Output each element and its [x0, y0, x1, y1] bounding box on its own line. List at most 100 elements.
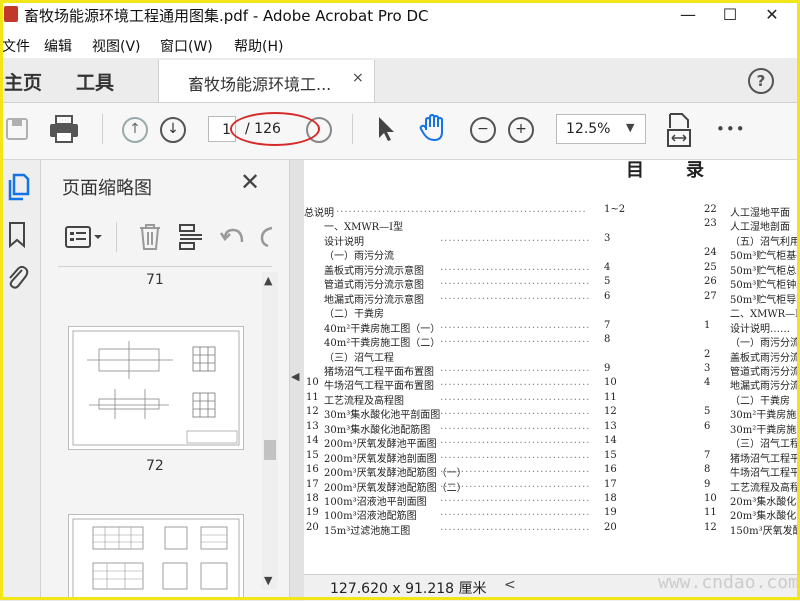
- print-icon[interactable]: [48, 114, 80, 144]
- menu-help[interactable]: 帮助(H): [234, 36, 283, 56]
- toc-entry-title[interactable]: （二）干粪房: [730, 392, 790, 407]
- scroll-left-icon[interactable]: <: [504, 577, 516, 593]
- toc-entry-title[interactable]: 150m³厌氧发酵: [730, 522, 798, 537]
- help-icon[interactable]: ?: [748, 68, 774, 94]
- toc-entry-title[interactable]: 地漏式雨污分流示意图: [324, 291, 424, 306]
- toc-entry-title[interactable]: 猪场沼气工程平面布置图: [324, 363, 434, 378]
- toc-page-number: 18: [604, 493, 617, 504]
- toc-entry-title[interactable]: （五）沼气利用: [730, 233, 798, 248]
- toc-entry-title[interactable]: 50m³贮气柜钟罩: [730, 276, 798, 291]
- close-window-button[interactable]: ✕: [752, 2, 792, 28]
- menu-view[interactable]: 视图(V): [92, 36, 141, 56]
- toc-entry-title[interactable]: 200m³厌氧发酵池剖面图: [324, 450, 437, 465]
- toc-entry-title[interactable]: （三）沼气工程: [730, 435, 798, 450]
- hand-tool-icon[interactable]: [418, 112, 450, 144]
- toc-entry-title[interactable]: 牛场沼气工程平面布置图: [324, 377, 434, 392]
- toc-page-number: 9: [604, 362, 611, 374]
- insert-page-icon[interactable]: [176, 222, 206, 252]
- chevron-down-icon: ▼: [626, 121, 635, 134]
- toc-entry-title[interactable]: 40m²干粪房施工图（一）: [324, 320, 440, 335]
- toc-entry-title[interactable]: 100m³沼液池配筋图: [324, 507, 417, 522]
- maximize-button[interactable]: ☐: [710, 2, 750, 28]
- page-thumbnails-icon[interactable]: [6, 172, 32, 202]
- toc-entry-title[interactable]: 30m²干粪房施工: [730, 421, 798, 436]
- minimize-button[interactable]: —: [668, 2, 708, 28]
- toc-entry-title[interactable]: （二）干粪房: [324, 305, 384, 320]
- toc-entry-title[interactable]: 50m³贮气柜导轨: [730, 291, 798, 306]
- toc-entry-title[interactable]: 设计说明……: [730, 320, 790, 335]
- attachment-icon[interactable]: [4, 262, 30, 292]
- toc-entry-title[interactable]: 50m³贮气柜基础: [730, 247, 798, 262]
- toc-leader-dots: ....................................: [440, 334, 591, 346]
- toc-entry-title[interactable]: 人工湿地剖面: [730, 218, 790, 233]
- toc-entry-title[interactable]: 30m²干粪房施工: [730, 406, 798, 421]
- toc-entry-title[interactable]: 20m³集水酸化池: [730, 493, 798, 508]
- watermark: www.cndao.com: [658, 572, 799, 593]
- toc-entry-title[interactable]: 总说明: [304, 204, 334, 219]
- toc-entry-title[interactable]: （一）雨污分流: [324, 247, 394, 262]
- toc-entry-title[interactable]: 管道式雨污分流示意图: [324, 276, 424, 291]
- toc-item-number: 27: [704, 290, 717, 302]
- bookmark-icon[interactable]: [6, 220, 28, 250]
- toc-entry-title[interactable]: （三）沼气工程: [324, 349, 394, 364]
- toc-entry-title[interactable]: 猪场沼气工程平: [730, 450, 798, 465]
- toc-entry-title[interactable]: 30m³集水酸化池配筋图: [324, 421, 430, 436]
- close-panel-icon[interactable]: ✕: [240, 168, 260, 196]
- toc-page-number: 1~2: [604, 204, 626, 215]
- toc-entry-title[interactable]: 设计说明: [324, 233, 364, 248]
- toc-entry-title[interactable]: 二、XMWR—Ⅱ型: [730, 305, 798, 320]
- previous-page-icon[interactable]: ↑: [122, 117, 148, 143]
- toc-entry-title[interactable]: 30m³集水酸化池平剖面图: [324, 406, 440, 421]
- toc-entry-title[interactable]: 人工湿地平面: [730, 204, 790, 219]
- menu-file[interactable]: 文件: [2, 36, 30, 56]
- toc-entry-title[interactable]: 200m³厌氧发酵池平面图: [324, 435, 437, 450]
- menu-edit[interactable]: 编辑: [44, 36, 72, 56]
- toc-page-number: 20: [604, 521, 617, 533]
- fit-page-icon[interactable]: [664, 112, 694, 148]
- tab-home[interactable]: 主页: [4, 68, 42, 95]
- toc-page-number: 16: [604, 464, 617, 476]
- page-thumbnail-72[interactable]: [68, 326, 244, 450]
- toc-entry-title[interactable]: 15m³过滤池施工图: [324, 522, 410, 537]
- zoom-in-icon[interactable]: +: [508, 117, 534, 143]
- toc-leader-dots: ....................................: [440, 290, 591, 302]
- zoom-out-icon[interactable]: −: [470, 117, 496, 143]
- thumbnail-options-icon[interactable]: [64, 224, 104, 250]
- toc-heading-char: 目: [626, 160, 644, 181]
- toc-entry-title[interactable]: 地漏式雨污分流: [730, 377, 798, 392]
- collapse-left-icon[interactable]: ◀: [291, 370, 299, 383]
- select-cursor-icon[interactable]: [374, 114, 398, 144]
- toc-entry-title[interactable]: 50m³贮气柜总装: [730, 262, 798, 277]
- scroll-up-icon[interactable]: ▲: [264, 274, 272, 287]
- toc-entry-title[interactable]: 40m²干粪房施工图（二）: [324, 334, 440, 349]
- toc-page-number: 5: [604, 276, 611, 288]
- toc-entry-title[interactable]: 20m³集水酸化池: [730, 507, 798, 522]
- menu-window[interactable]: 窗口(W): [160, 36, 213, 56]
- toc-entry-title[interactable]: 盖板式雨污分流示意图: [324, 262, 424, 277]
- toc-entry-title[interactable]: 工艺流程及高程图: [324, 392, 404, 407]
- toc-item-number: 11: [704, 507, 717, 519]
- toc-leader-dots: ....................................: [440, 232, 591, 244]
- toc-entry-title[interactable]: 工艺流程及高程: [730, 479, 798, 494]
- toc-entry-title[interactable]: 牛场沼气工程平: [730, 464, 798, 479]
- next-page-icon[interactable]: ↓: [160, 117, 186, 143]
- toc-entry-title[interactable]: 管道式雨污分流: [730, 363, 798, 378]
- close-tab-icon[interactable]: ×: [352, 70, 364, 86]
- toc-entry-title[interactable]: 盖板式雨污分流: [730, 349, 798, 364]
- scrollbar-thumb[interactable]: [264, 440, 276, 460]
- rotate-right-icon[interactable]: [258, 224, 274, 250]
- rotate-left-icon[interactable]: [220, 224, 248, 250]
- delete-page-icon[interactable]: [136, 222, 164, 252]
- toc-entry-title[interactable]: （一）雨污分流: [730, 334, 798, 349]
- document-tab-label: 畜牧场能源环境工...: [188, 75, 332, 94]
- toc-page-number: 17: [604, 478, 617, 490]
- tab-tools[interactable]: 工具: [76, 68, 114, 95]
- thumbnail-scrollbar[interactable]: [262, 272, 278, 590]
- page-thumbnail-73[interactable]: [68, 514, 244, 600]
- scroll-down-icon[interactable]: ▼: [264, 574, 272, 587]
- toc-leader-dots: ....................................: [440, 391, 591, 403]
- toc-entry-title[interactable]: 100m³沼液池平剖面图: [324, 493, 427, 508]
- more-tools-icon[interactable]: •••: [716, 120, 746, 138]
- save-icon[interactable]: [4, 116, 30, 142]
- toc-entry-title[interactable]: 一、XMWR—Ⅰ型: [324, 218, 403, 233]
